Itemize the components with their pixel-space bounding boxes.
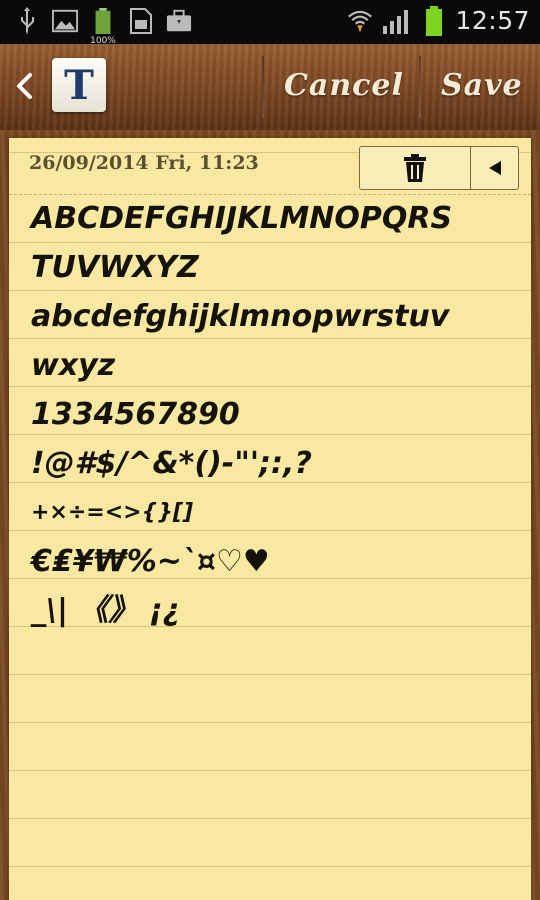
- status-bar: 100% 12:57: [0, 0, 540, 46]
- chevron-left-icon: [17, 73, 32, 99]
- clock: 12:57: [455, 6, 530, 35]
- battery-icon: [421, 5, 447, 36]
- expand-button[interactable]: [471, 147, 518, 189]
- note-line: _\| 《》 ¡¿: [31, 593, 180, 628]
- cancel-button[interactable]: Cancel: [284, 66, 403, 106]
- triangle-left-icon: [488, 161, 501, 175]
- wifi-icon: [347, 8, 373, 34]
- signal-icon: [381, 8, 413, 34]
- note-paper[interactable]: 26/09/2014 Fri, 11:23 ABCDEFGHIJKLMNOPQR…: [9, 138, 531, 900]
- note-line: +×÷=<>{}[]: [31, 500, 194, 525]
- usb-icon: [14, 7, 40, 35]
- note-body[interactable]: ABCDEFGHIJKLMNOPQRS TUVWXYZ abcdefghijkl…: [31, 194, 521, 635]
- note-date: 26/09/2014 Fri, 11:23: [29, 152, 259, 174]
- note-line: abcdefghijklmnopwrstuv: [31, 299, 450, 334]
- image-icon: [52, 8, 78, 34]
- note-line: TUVWXYZ: [31, 250, 199, 285]
- note-line: ABCDEFGHIJKLMNOPQRS: [31, 201, 453, 236]
- note-line: !@#$/^&*()-"';:,?: [31, 446, 312, 481]
- note-line: 1334567890: [31, 397, 240, 432]
- divider: [262, 56, 264, 118]
- divider: [419, 56, 421, 118]
- note-line: €₤¥₩%~`¤♡♥: [31, 544, 270, 579]
- save-button[interactable]: Save: [441, 66, 525, 106]
- delete-button[interactable]: [360, 147, 471, 189]
- briefcase-icon: [166, 8, 192, 34]
- font-icon: T: [64, 61, 94, 109]
- trash-icon: [404, 154, 426, 182]
- sd-card-icon: [128, 8, 154, 34]
- note-header: 26/09/2014 Fri, 11:23: [9, 138, 531, 195]
- font-button[interactable]: T: [52, 58, 106, 112]
- action-bar: T Cancel Save: [0, 44, 540, 132]
- note-line: wxyz: [31, 348, 116, 383]
- back-button[interactable]: [8, 66, 42, 106]
- note-tools: [359, 146, 519, 190]
- battery-full-icon: 100%: [90, 8, 116, 46]
